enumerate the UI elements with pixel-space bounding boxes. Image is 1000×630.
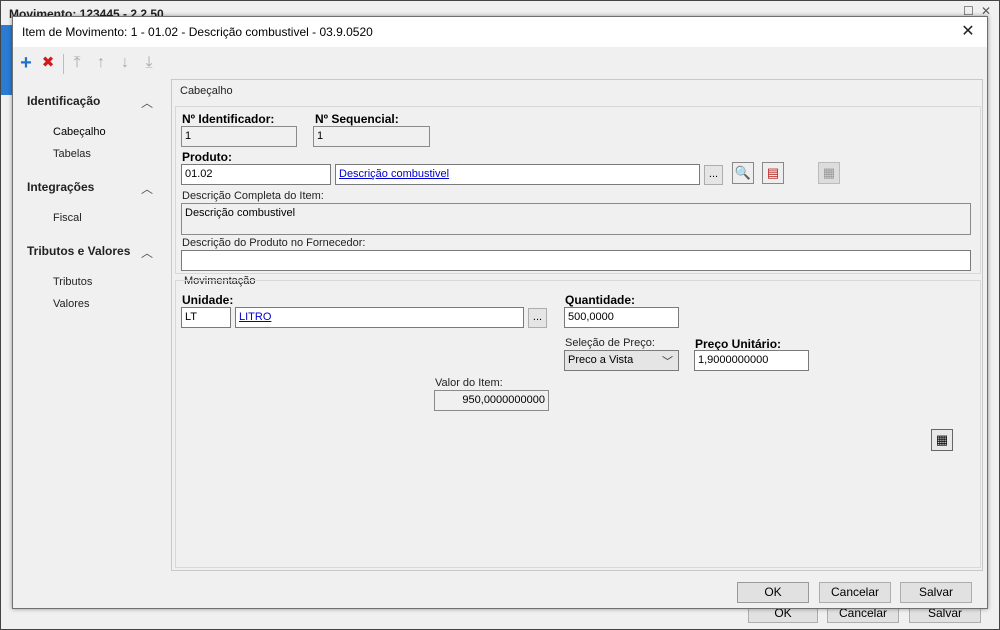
desc-fornecedor-input[interactable] (181, 250, 971, 271)
dialog-titlebar: Item de Movimento: 1 - 01.02 - Descrição… (13, 17, 987, 47)
produto-lookup-button[interactable]: ... (704, 165, 723, 185)
search-icon[interactable]: 🔍 (732, 162, 754, 184)
chevron-down-icon: ﹀ (662, 356, 673, 368)
move-down-icon[interactable]: ↓ (116, 54, 134, 72)
quantidade-input[interactable]: 500,0000 (564, 307, 679, 328)
selecao-preco-value: Preco a Vista (568, 354, 634, 366)
desc-completa-field[interactable]: Descrição combustivel (181, 203, 971, 235)
plus-icon[interactable]: + (17, 53, 35, 73)
ok-button[interactable]: OK (737, 582, 809, 603)
content-panel: Cabeçalho Nº Identificador: 1 Nº Sequenc… (171, 79, 983, 571)
nav-group-identificacao[interactable]: Identificação (27, 94, 100, 108)
nav-item-cabecalho[interactable]: Cabeçalho (53, 126, 106, 138)
move-last-icon[interactable]: ⤓ (140, 54, 158, 72)
nav-group-tributos-valores[interactable]: Tributos e Valores (27, 244, 130, 258)
unidade-lookup-button[interactable]: ... (528, 308, 547, 328)
toolbar: + ✖ ⤒ ↑ ↓ ⤓ (13, 51, 987, 77)
produto-label: Produto: (182, 150, 232, 164)
seq-label: Nº Sequencial: (315, 112, 399, 126)
unidade-code-input[interactable]: LT (181, 307, 231, 328)
navigation-panel: Identificação ︿ Cabeçalho Tabelas Integr… (13, 83, 163, 583)
valor-item-field[interactable]: 950,0000000000 (434, 390, 549, 411)
nav-group-integracoes[interactable]: Integrações (27, 180, 94, 194)
cabecalho-section-title: Cabeçalho (180, 85, 233, 97)
chevron-up-icon[interactable]: ︿ (141, 94, 153, 111)
unidade-label: Unidade: (182, 293, 234, 307)
nav-item-tabelas[interactable]: Tabelas (53, 148, 91, 160)
selecao-preco-label: Seleção de Preço: (565, 337, 655, 349)
dialog-title: Item de Movimento: 1 - 01.02 - Descrição… (22, 25, 373, 39)
produto-desc-link[interactable]: Descrição combustivel (335, 164, 700, 185)
valor-item-label: Valor do Item: (435, 377, 503, 389)
disabled-action-icon: ▦ (818, 162, 840, 184)
selecao-preco-select[interactable]: Preco a Vista ﹀ (564, 350, 679, 371)
move-first-icon[interactable]: ⤒ (68, 54, 86, 72)
nav-item-tributos[interactable]: Tributos (53, 276, 92, 288)
chevron-up-icon[interactable]: ︿ (141, 244, 153, 261)
calculator-icon[interactable]: ▦ (931, 429, 953, 451)
cancel-button[interactable]: Cancelar (819, 582, 891, 603)
delete-icon[interactable]: ✖ (39, 54, 57, 72)
quantidade-label: Quantidade: (565, 293, 636, 307)
edit-record-icon[interactable]: ▤ (762, 162, 784, 184)
preco-unitario-label: Preço Unitário: (695, 337, 782, 351)
toolbar-separator (63, 54, 64, 74)
item-movimento-dialog: Item de Movimento: 1 - 01.02 - Descrição… (12, 16, 988, 609)
id-label: Nº Identificador: (182, 112, 275, 126)
nav-item-fiscal[interactable]: Fiscal (53, 212, 82, 224)
close-icon[interactable]: ✕ (957, 21, 979, 43)
preco-unitario-input[interactable]: 1,9000000000 (694, 350, 809, 371)
seq-field[interactable]: 1 (313, 126, 430, 147)
nav-item-valores[interactable]: Valores (53, 298, 89, 310)
move-up-icon[interactable]: ↑ (92, 54, 110, 72)
id-field[interactable]: 1 (181, 126, 297, 147)
save-button[interactable]: Salvar (900, 582, 972, 603)
unidade-desc-link[interactable]: LITRO (235, 307, 524, 328)
produto-code-input[interactable]: 01.02 (181, 164, 331, 185)
desc-completa-label: Descrição Completa do Item: (182, 190, 324, 202)
chevron-up-icon[interactable]: ︿ (141, 180, 153, 197)
desc-fornecedor-label: Descrição do Produto no Fornecedor: (182, 237, 366, 249)
